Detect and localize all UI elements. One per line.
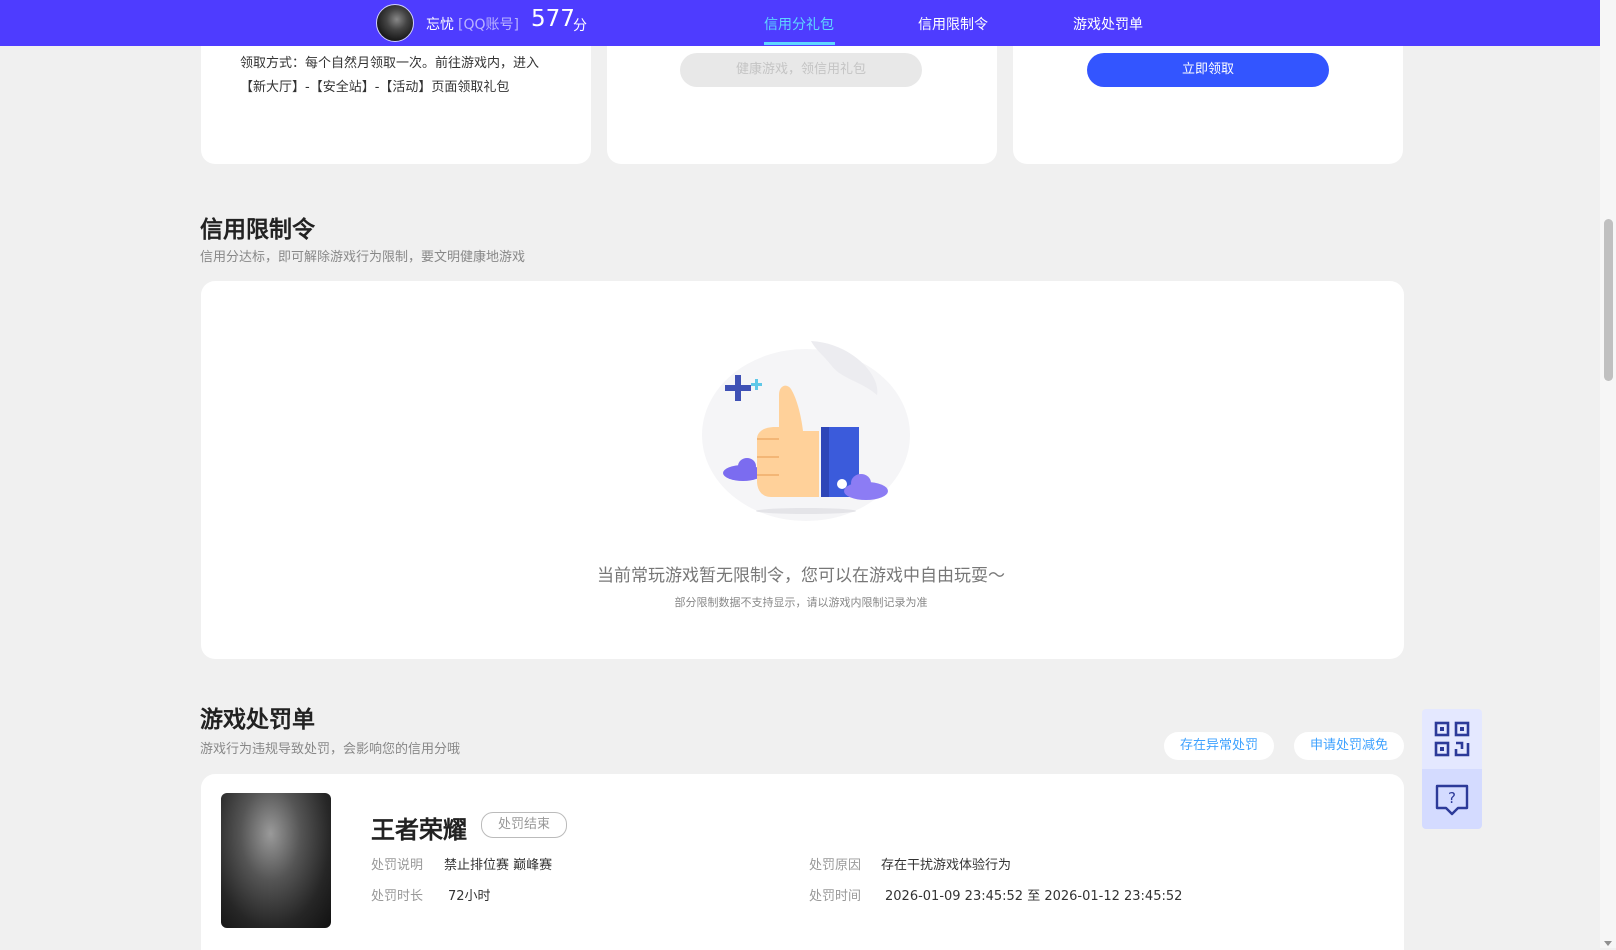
empty-restriction-text: 当前常玩游戏暂无限制令，您可以在游戏中自由玩耍～ <box>597 566 1005 586</box>
penalty-duration-label: 处罚时长 <box>371 889 424 904</box>
penalty-desc-label: 处罚说明 <box>371 858 424 873</box>
game-thumbnail <box>221 793 331 928</box>
nav-tab-credit-restriction[interactable]: 信用限制令 <box>918 14 988 34</box>
penalty-reason-value: 存在干扰游戏体验行为 <box>881 858 1012 873</box>
abnormal-penalty-button[interactable]: 存在异常处罚 <box>1164 732 1274 760</box>
penalty-section-subtitle: 游戏行为违规导致处罚，会影响您的信用分哦 <box>200 742 461 757</box>
penalty-reason-label: 处罚原因 <box>809 858 862 873</box>
restriction-section-title: 信用限制令 <box>200 217 315 243</box>
penalty-time-label: 处罚时间 <box>809 889 862 904</box>
scroll-down-arrow-icon[interactable] <box>1604 941 1612 946</box>
account-type: [QQ账号] <box>458 17 519 33</box>
scrollbar-thumb[interactable] <box>1604 219 1613 381</box>
qrcode-float-button[interactable] <box>1422 709 1482 769</box>
empty-restriction-subtext: 部分限制数据不支持显示，请以游戏内限制记录为准 <box>674 596 928 609</box>
penalty-status-badge: 处罚结束 <box>481 812 567 838</box>
gift-claim-note: 领取方式：每个自然月领取一次。前往游戏内，进入【新大厅】-【安全站】-【活动】页… <box>240 56 540 95</box>
top-bar: 忘忧 [QQ账号] 577 分 信用分礼包 信用限制令 游戏处罚单 <box>0 0 1600 46</box>
healthy-gift-button-disabled: 健康游戏，领信用礼包 <box>680 53 922 87</box>
credit-score-unit: 分 <box>573 18 587 34</box>
help-chat-icon: ? <box>1435 784 1469 816</box>
user-avatar[interactable] <box>376 4 414 42</box>
svg-text:?: ? <box>1448 789 1456 807</box>
nav-active-indicator <box>764 42 835 45</box>
game-name: 王者荣耀 <box>371 816 467 844</box>
help-float-button[interactable]: ? <box>1422 769 1482 829</box>
penalty-section-title: 游戏处罚单 <box>200 707 315 733</box>
username: 忘忧 <box>426 17 454 33</box>
penalty-desc-value: 禁止排位赛 巅峰赛 <box>444 858 553 873</box>
penalty-duration-value: 72小时 <box>448 889 491 904</box>
nav-tab-game-penalty[interactable]: 游戏处罚单 <box>1073 14 1143 34</box>
penalty-time-value: 2026-01-09 23:45:52 至 2026-01-12 23:45:5… <box>885 889 1183 904</box>
claim-now-button[interactable]: 立即领取 <box>1087 53 1329 87</box>
apply-penalty-reduction-button[interactable]: 申请处罚减免 <box>1294 732 1404 760</box>
thumbs-up-illustration <box>702 341 910 521</box>
credit-score: 577 <box>531 6 575 32</box>
nav-tab-credit-gift[interactable]: 信用分礼包 <box>764 14 834 34</box>
penalty-card: 王者荣耀 处罚结束 处罚说明 禁止排位赛 巅峰赛 处罚时长 72小时 处罚原因 … <box>201 774 1404 950</box>
qrcode-icon <box>1434 721 1470 757</box>
restriction-card: 当前常玩游戏暂无限制令，您可以在游戏中自由玩耍～ 部分限制数据不支持显示，请以游… <box>201 281 1404 659</box>
page-scrollbar[interactable] <box>1600 0 1616 948</box>
restriction-section-subtitle: 信用分达标，即可解除游戏行为限制，要文明健康地游戏 <box>200 250 526 265</box>
